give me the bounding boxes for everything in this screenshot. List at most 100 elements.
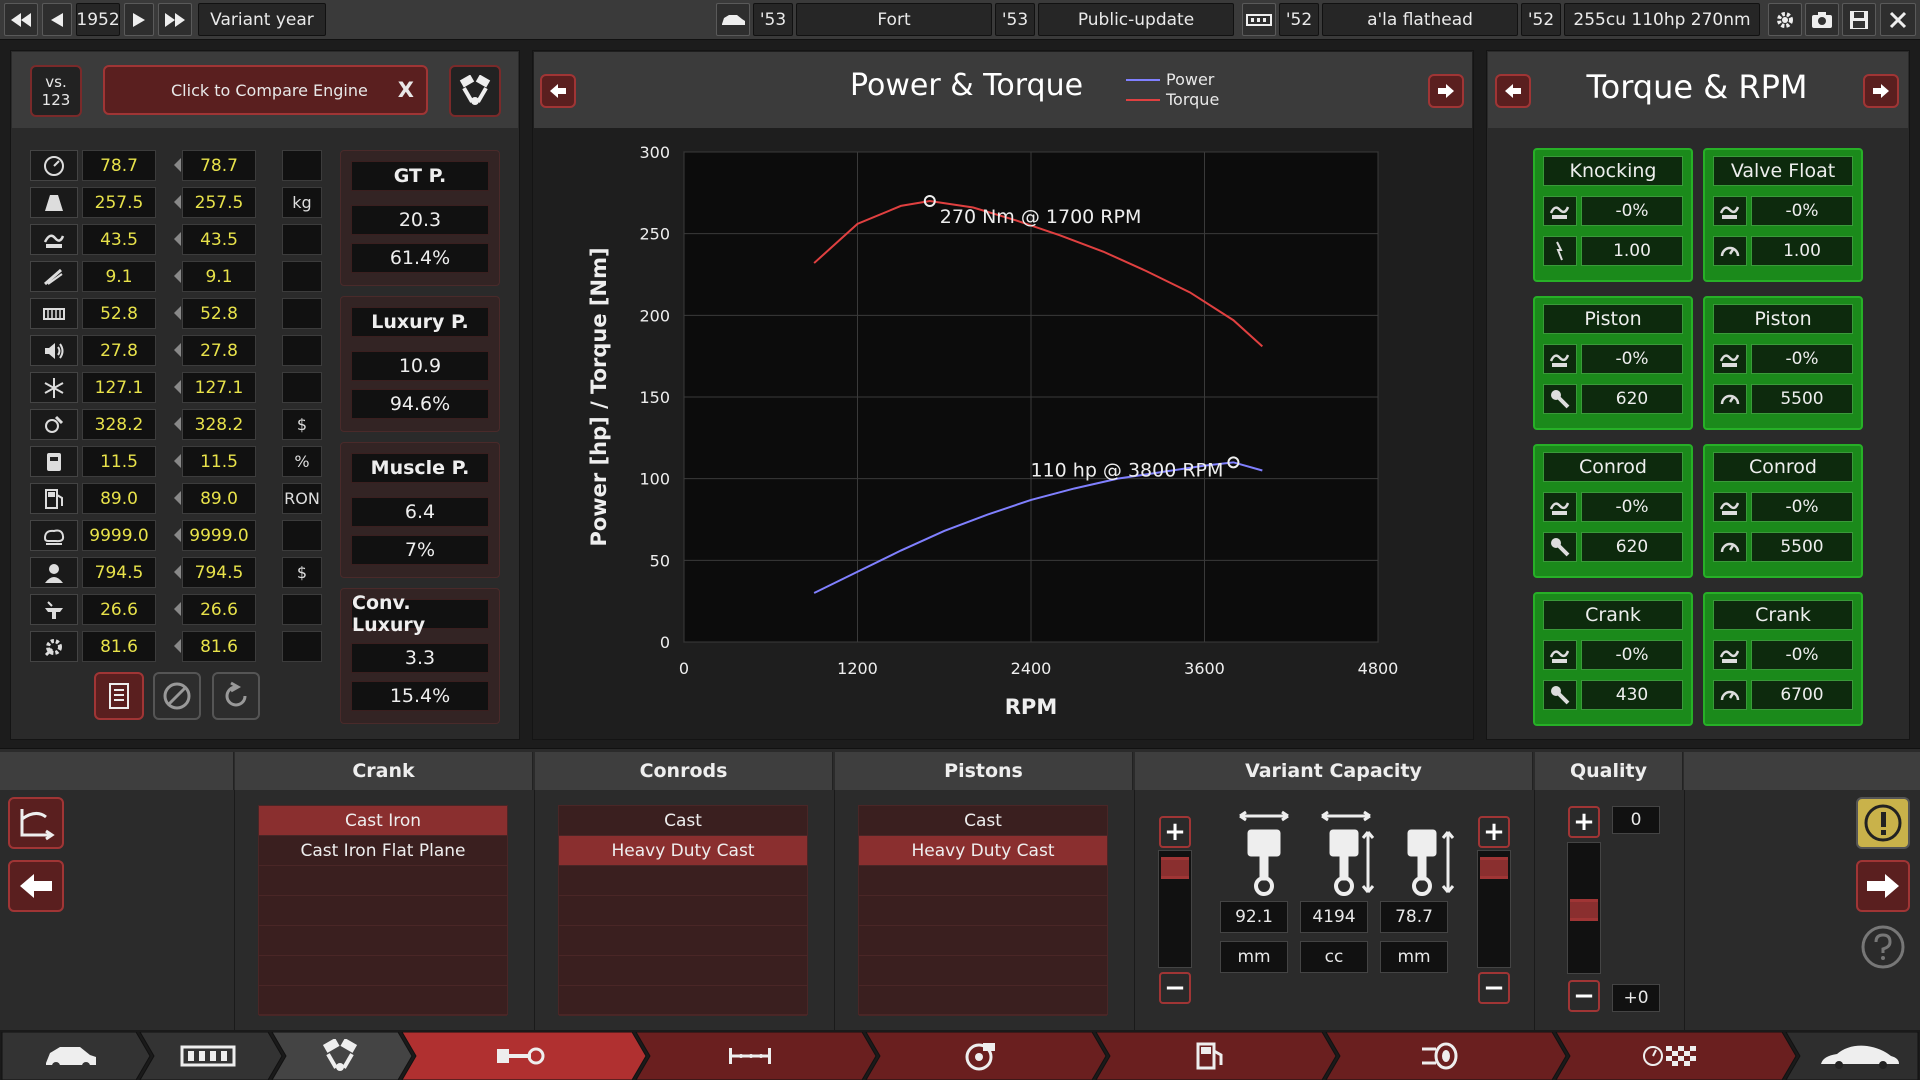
stat-value-compare: 9999.0 <box>182 520 256 551</box>
arrow-right-icon <box>1873 84 1889 98</box>
capacity-increase-button[interactable]: + <box>1159 816 1191 848</box>
limit-card-0[interactable]: Knocking -0% 1.00 <box>1533 148 1693 282</box>
stroke-increase-button[interactable]: + <box>1478 816 1510 848</box>
nav-car-designer-button[interactable] <box>1810 1034 1910 1078</box>
nav-bottom-end-button[interactable] <box>480 1034 560 1078</box>
market-group-percent: 94.6% <box>351 389 489 419</box>
stroke-decrease-button[interactable]: − <box>1478 972 1510 1004</box>
nav-engine-family-button[interactable] <box>168 1034 248 1078</box>
nav-car-button[interactable] <box>30 1034 110 1078</box>
report-button[interactable] <box>94 672 144 720</box>
pistons-option[interactable]: Heavy Duty Cast <box>859 836 1107 866</box>
conrods-option[interactable]: Heavy Duty Cast <box>559 836 807 866</box>
limit-value: 620 <box>1581 532 1683 562</box>
car-model-button[interactable] <box>716 3 750 36</box>
quality-slider-handle[interactable] <box>1570 899 1598 921</box>
limits-prev-button[interactable] <box>1495 74 1531 108</box>
market-group-1[interactable]: Luxury P. 10.9 94.6% <box>340 296 500 432</box>
crank-empty-slot <box>259 866 507 896</box>
chart-prev-button[interactable] <box>540 74 576 108</box>
limit-icon-box <box>1543 384 1577 414</box>
warning-button[interactable] <box>1856 797 1910 849</box>
capacity-slider[interactable] <box>1158 850 1192 968</box>
close-button[interactable] <box>1880 3 1916 36</box>
save-button[interactable] <box>1842 3 1876 36</box>
engine-bay-button[interactable] <box>8 797 64 849</box>
nav-testing-button[interactable] <box>1630 1034 1710 1078</box>
undo-button[interactable] <box>212 672 260 720</box>
nav-engine-variant-button[interactable] <box>300 1034 380 1078</box>
quality-decrease-button[interactable]: − <box>1568 980 1600 1012</box>
smoothness-icon <box>1549 502 1570 515</box>
limit-card-6[interactable]: Crank -0% 430 <box>1533 592 1693 726</box>
limit-card-5[interactable]: Conrod -0% 5500 <box>1703 444 1863 578</box>
chart-title: Power & Torque <box>850 68 1084 103</box>
stat-unit <box>282 520 322 551</box>
car-model-name[interactable]: Fort <box>796 3 992 36</box>
limit-card-4[interactable]: Conrod -0% 620 <box>1533 444 1693 578</box>
stroke-value[interactable]: 78.7 <box>1380 901 1448 933</box>
reset-compare-button[interactable] <box>153 672 201 720</box>
conrods-empty-slot <box>559 926 807 956</box>
limit-card-2[interactable]: Piston -0% 620 <box>1533 296 1693 430</box>
compare-id-button[interactable]: vs. 123 <box>30 65 82 117</box>
y-tick-label: 200 <box>639 306 670 325</box>
screenshot-button[interactable] <box>1805 3 1839 36</box>
fuel-pump-icon <box>45 488 63 509</box>
limit-card-3[interactable]: Piston -0% 5500 <box>1703 296 1863 430</box>
bore-value[interactable]: 92.1 <box>1220 901 1288 933</box>
stat-icon-13 <box>30 631 78 662</box>
market-group-2[interactable]: Muscle P. 6.4 7% <box>340 442 500 578</box>
skip-forward-button[interactable] <box>158 3 192 36</box>
capacity-decrease-button[interactable]: − <box>1159 972 1191 1004</box>
limit-icon-box <box>1713 680 1747 710</box>
engine-variant-name[interactable]: 255cu 110hp 270nm <box>1564 3 1760 36</box>
compare-clear-button[interactable]: X <box>398 78 414 102</box>
nav-fuel-button[interactable] <box>1170 1034 1250 1078</box>
stat-value-compare: 52.8 <box>182 298 256 329</box>
limit-smoothness-box <box>1543 492 1577 522</box>
stat-value-current: 11.5 <box>82 446 156 477</box>
compare-arrow-icon <box>174 528 181 542</box>
next-button[interactable] <box>1856 860 1910 912</box>
compare-engine-button[interactable]: Click to Compare Engine X <box>103 65 428 115</box>
engine-designer-button[interactable] <box>449 65 501 117</box>
stroke-slider[interactable] <box>1477 850 1511 968</box>
engine-family-button[interactable] <box>1242 3 1276 36</box>
stat-icon-9 <box>30 483 78 514</box>
pistons-option[interactable]: Cast <box>859 806 1107 836</box>
next-year-button[interactable] <box>124 3 154 36</box>
conrods-option[interactable]: Cast <box>559 806 807 836</box>
skip-back-button[interactable] <box>4 3 38 36</box>
stat-icon-8 <box>30 446 78 477</box>
nav-top-end-button[interactable] <box>710 1034 790 1078</box>
nav-aspiration-button[interactable] <box>940 1034 1020 1078</box>
crank-option[interactable]: Cast Iron Flat Plane <box>259 836 507 866</box>
peak-annotation: 110 hp @ 3800 RPM <box>1030 459 1223 481</box>
pistons-empty-slot <box>859 926 1107 956</box>
quality-increase-button[interactable]: + <box>1568 806 1600 838</box>
stat-value-compare: 26.6 <box>182 594 256 625</box>
help-button[interactable] <box>1858 922 1908 972</box>
market-group-3[interactable]: Conv. Luxury 3.3 15.4% <box>340 588 500 724</box>
nav-exhaust-button[interactable] <box>1400 1034 1480 1078</box>
stat-icon-4 <box>30 298 78 329</box>
limits-next-button[interactable] <box>1863 74 1899 108</box>
market-group-0[interactable]: GT P. 20.3 61.4% <box>340 150 500 286</box>
limit-card-1[interactable]: Valve Float -0% 1.00 <box>1703 148 1863 282</box>
limit-card-7[interactable]: Crank -0% 6700 <box>1703 592 1863 726</box>
engine-family-name[interactable]: a'la flathead <box>1322 3 1518 36</box>
stroke-slider-handle[interactable] <box>1480 857 1508 879</box>
trim-name[interactable]: Public-update <box>1038 3 1234 36</box>
prev-year-button[interactable] <box>42 3 72 36</box>
quality-slider[interactable] <box>1567 842 1601 974</box>
capacity-slider-handle[interactable] <box>1161 857 1189 879</box>
displacement-value[interactable]: 4194 <box>1300 901 1368 933</box>
back-button[interactable] <box>8 860 64 912</box>
x-tick-label: 0 <box>679 659 689 678</box>
limit-percent: -0% <box>1581 196 1683 226</box>
settings-button[interactable] <box>1768 3 1802 36</box>
market-group-score: 6.4 <box>351 497 489 527</box>
crank-option[interactable]: Cast Iron <box>259 806 507 836</box>
chart-next-button[interactable] <box>1428 74 1464 108</box>
